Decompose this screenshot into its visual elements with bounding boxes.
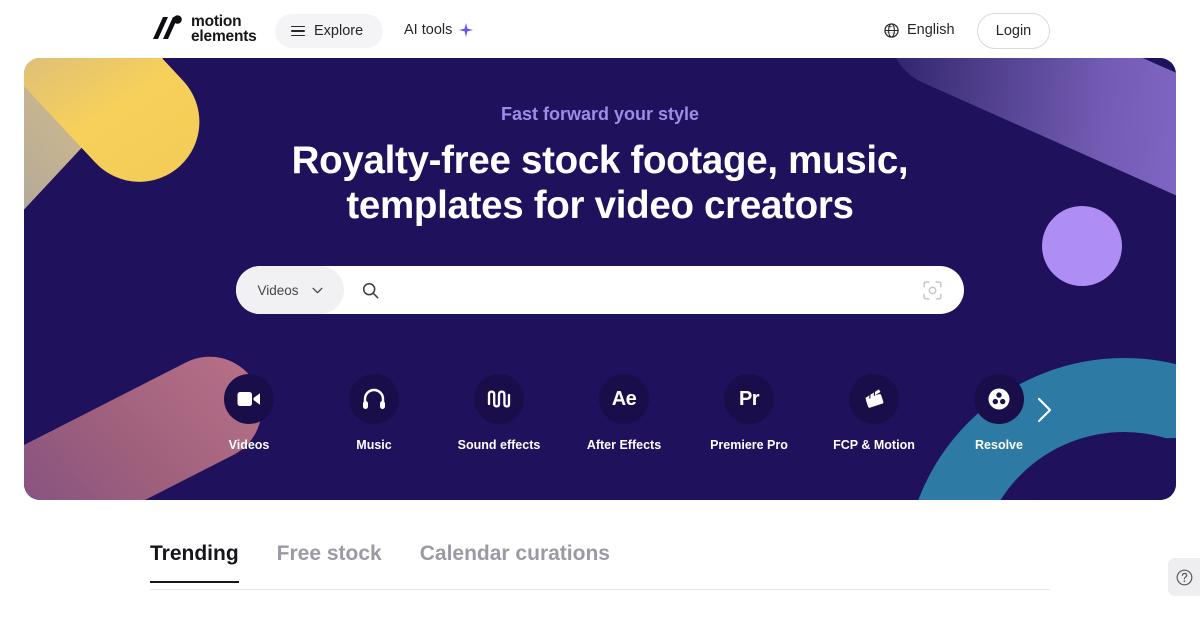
category-carousel: Videos Music Sound effects Ae After Effe… <box>190 374 1040 484</box>
category-item-music[interactable]: Music <box>319 374 429 452</box>
category-label: Resolve <box>975 438 1023 452</box>
category-label: Music <box>356 438 392 452</box>
search-type-dropdown[interactable]: Videos <box>236 266 344 314</box>
category-label: Videos <box>228 438 270 452</box>
brand-line-1: motion <box>191 12 242 30</box>
ai-tools-link[interactable]: AI tools <box>404 22 474 38</box>
chevron-right-icon <box>1037 397 1051 423</box>
category-label: FCP & Motion <box>833 438 915 452</box>
question-mark-circle-icon <box>1176 569 1192 585</box>
brand-wordmark: motion elements <box>191 12 257 45</box>
category-item-after-effects[interactable]: Ae After Effects <box>569 374 679 452</box>
hero-headline-line-2: templates for video creators <box>346 184 854 227</box>
tab-free-stock[interactable]: Free stock <box>277 542 382 582</box>
chevron-down-icon <box>311 287 323 293</box>
ai-tools-label: AI tools <box>404 22 453 38</box>
category-icon-wrap: Ae <box>599 374 649 424</box>
search-icon[interactable] <box>362 282 379 299</box>
clapperboard-icon <box>865 389 884 408</box>
category-item-sound-effects[interactable]: Sound effects <box>444 374 554 452</box>
tab-calendar-curations[interactable]: Calendar curations <box>420 542 610 582</box>
category-item-fcp-motion[interactable]: FCP & Motion <box>819 374 929 452</box>
category-icon-wrap <box>349 374 399 424</box>
davinci-resolve-icon <box>988 388 1010 410</box>
hero-eyebrow: Fast forward your style <box>500 104 700 124</box>
hero-banner: Fast forward your style Royalty-free sto… <box>24 58 1176 500</box>
category-icon-wrap <box>974 374 1024 424</box>
search-input[interactable] <box>390 267 923 313</box>
category-item-premiere-pro[interactable]: Pr Premiere Pro <box>694 374 804 452</box>
explore-button-label: Explore <box>314 23 364 39</box>
category-label: Sound effects <box>457 438 541 452</box>
search-type-value: Videos <box>257 282 299 298</box>
video-camera-icon <box>237 392 260 406</box>
brand-logo[interactable]: motion elements <box>150 13 257 45</box>
help-button[interactable] <box>1168 558 1200 596</box>
login-button[interactable]: Login <box>977 13 1050 49</box>
after-effects-ae-icon: Ae <box>611 387 637 410</box>
category-icon-wrap <box>474 374 524 424</box>
premiere-pro-pr-icon: Pr <box>738 387 760 410</box>
search-bar: Videos <box>236 266 964 314</box>
language-label: English <box>907 22 955 38</box>
hamburger-icon <box>291 25 305 37</box>
content-tabs: Trending Free stock Calendar curations <box>150 542 1050 590</box>
category-label: After Effects <box>586 438 662 452</box>
waveform-icon <box>487 390 511 408</box>
explore-button[interactable]: Explore <box>275 14 384 48</box>
hero-headline-line-1: Royalty-free stock footage, music, <box>291 139 909 182</box>
sparkle-icon <box>459 23 474 37</box>
globe-icon <box>884 22 899 38</box>
category-icon-wrap <box>224 374 274 424</box>
carousel-next-button[interactable] <box>1024 390 1064 430</box>
visual-search-icon[interactable] <box>923 280 942 300</box>
category-item-videos[interactable]: Videos <box>194 374 304 452</box>
category-icon-wrap <box>849 374 899 424</box>
brand-line-2: elements <box>191 28 257 45</box>
headphones-icon <box>363 388 385 409</box>
category-icon-wrap: Pr <box>724 374 774 424</box>
category-label: Premiere Pro <box>710 438 788 452</box>
tab-trending[interactable]: Trending <box>150 542 239 583</box>
motionelements-logo-icon <box>153 15 182 39</box>
site-header: motion elements Explore AI tools English… <box>0 0 1200 62</box>
hero-headline: Royalty-free stock footage, music, templ… <box>24 138 1176 228</box>
language-selector[interactable]: English <box>884 22 955 38</box>
